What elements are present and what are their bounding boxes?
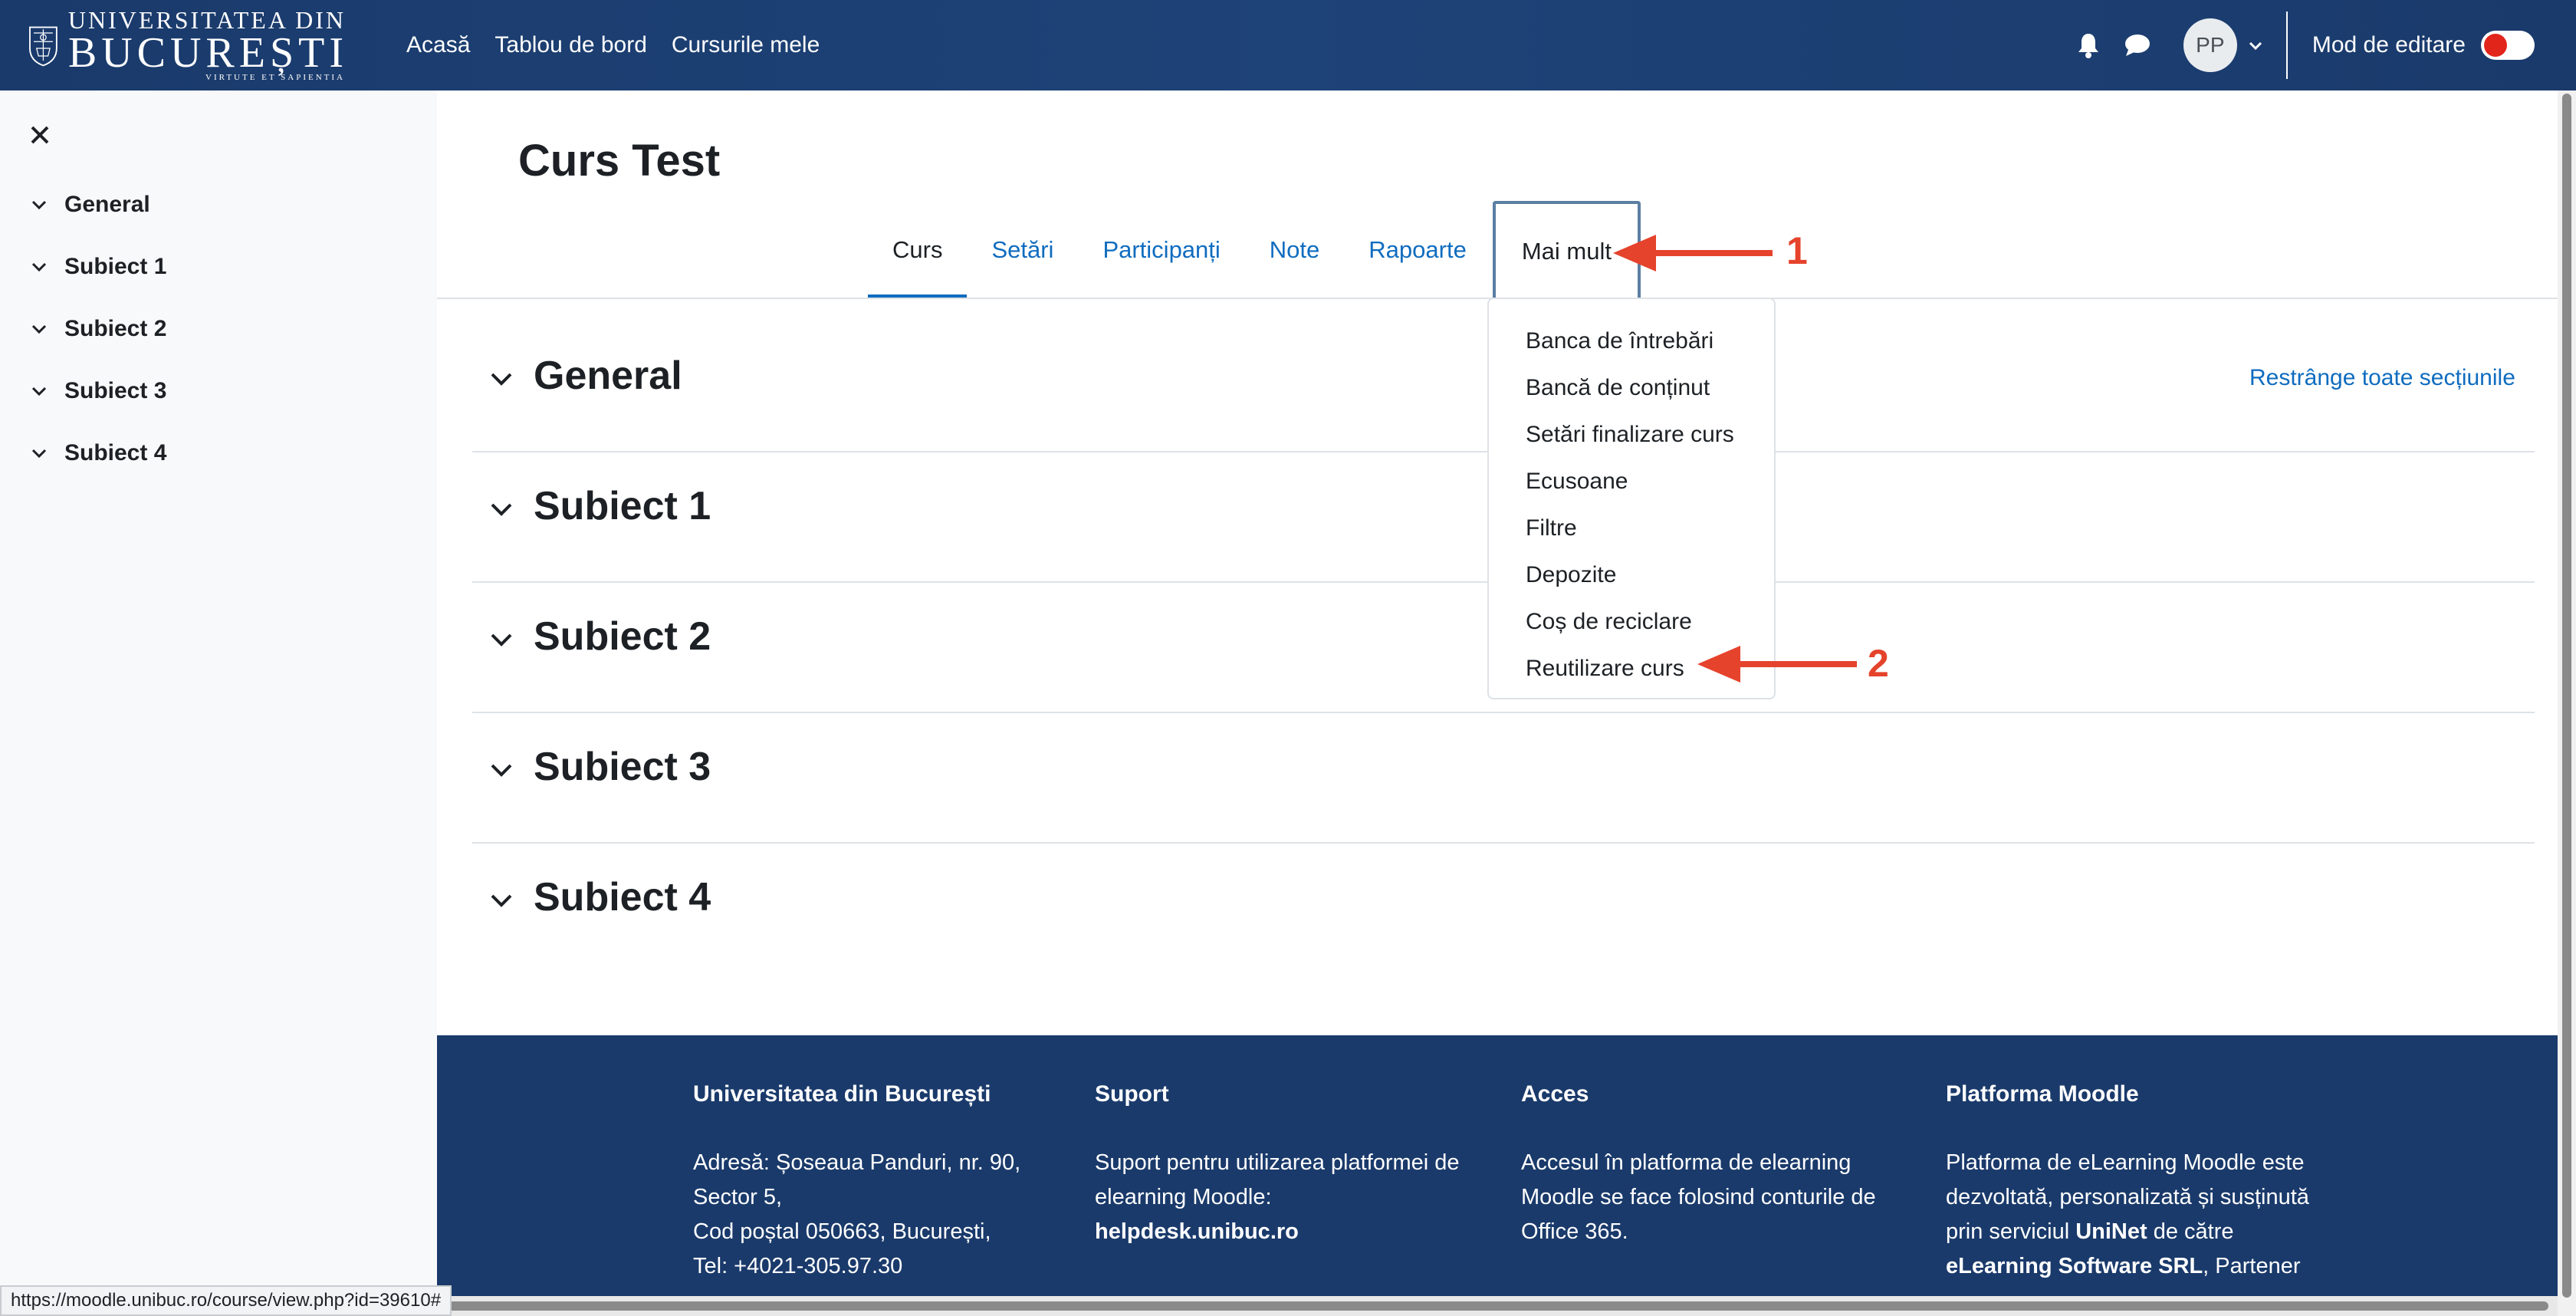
university-logo[interactable]: UNIVERSITATEA DIN BUCUREȘTI VIRTUTE ET S… [26, 7, 348, 82]
footer-text-bold: UniNet [2075, 1219, 2147, 1244]
collapse-all-link[interactable]: Restrânge toate secțiunile [2249, 365, 2515, 391]
course-section-subiect-4: Subiect 4 [472, 844, 2535, 974]
footer-col-support: Suport Suport pentru utilizarea platform… [1095, 1081, 1486, 1249]
footer-text: Accesul în platforma de elearning [1521, 1150, 1852, 1175]
horizontal-scrollbar[interactable] [437, 1296, 2558, 1316]
footer-text: dezvoltată, personalizată și susținută [1946, 1185, 2309, 1209]
chat-bubble-icon [2124, 35, 2150, 56]
section-title[interactable]: Subiect 4 [534, 874, 711, 920]
footer-text: elearning Moodle: [1095, 1185, 1272, 1209]
annotation-label-2: 2 [1868, 642, 1889, 685]
footer-heading: Suport [1095, 1081, 1169, 1107]
footer-text: Moodle se face folosind conturile de [1521, 1185, 1876, 1209]
notifications-button[interactable] [2070, 27, 2107, 64]
footer-text: de către [2147, 1219, 2234, 1244]
sidebar-item-label[interactable]: Subiect 1 [64, 254, 166, 280]
user-avatar[interactable]: PP [2183, 18, 2237, 72]
sidebar-item-subiect-2[interactable]: Subiect 2 [29, 298, 166, 360]
nav-link-dashboard[interactable]: Tablou de bord [495, 32, 647, 58]
sidebar-item-label[interactable]: Subiect 2 [64, 316, 166, 342]
edit-mode-toggle[interactable] [2481, 31, 2535, 60]
course-secondary-nav: Curs Setări Participanți Note Rapoarte M… [868, 201, 1641, 299]
footer-text-bold: eLearning Software SRL [1946, 1254, 2203, 1278]
footer-heading: Platforma Moodle [1946, 1081, 2139, 1107]
section-title[interactable]: Subiect 3 [534, 744, 711, 790]
edit-mode-label: Mod de editare [2312, 32, 2466, 58]
status-bar-url: https://moodle.unibuc.ro/course/view.php… [0, 1285, 452, 1316]
more-dropdown-menu: Banca de întrebări Bancă de conținut Set… [1487, 298, 1776, 699]
footer-col-moodle: Platforma Moodle Platforma de eLearning … [1946, 1081, 2337, 1284]
toggle-knob [2484, 34, 2507, 57]
tab-setari[interactable]: Setări [967, 201, 1078, 299]
chevron-down-icon[interactable] [29, 257, 49, 277]
page-footer: Universitatea din București Adresă: Șose… [437, 1035, 2558, 1316]
footer-text: Sector 5, [693, 1185, 783, 1209]
menu-item-filters[interactable]: Filtre [1489, 505, 1774, 551]
sidebar-item-label[interactable]: General [64, 192, 150, 218]
vertical-scrollbar[interactable] [2558, 90, 2576, 1316]
horizontal-scrollbar-thumb[interactable] [440, 1301, 2548, 1311]
chevron-down-icon[interactable] [488, 365, 515, 393]
footer-text: prin serviciul [1946, 1219, 2076, 1244]
chevron-down-icon[interactable] [2246, 36, 2265, 54]
annotation-label-1: 1 [1786, 229, 1808, 272]
footer-heading: Universitatea din București [693, 1081, 991, 1107]
chevron-down-icon[interactable] [29, 381, 49, 401]
navbar-divider [2285, 12, 2288, 79]
menu-item-repositories[interactable]: Depozite [1489, 551, 1774, 598]
course-index-list: General Subiect 1 Subiect 2 Subiect 3 Su… [29, 192, 166, 516]
tab-curs[interactable]: Curs [868, 201, 968, 299]
footer-col-access: Acces Accesul în platforma de elearning … [1521, 1081, 1912, 1249]
footer-text: , Partener [2203, 1254, 2301, 1278]
sidebar-item-subiect-3[interactable]: Subiect 3 [29, 360, 166, 422]
footer-text: Platforma de eLearning Moodle este [1946, 1150, 2305, 1175]
chevron-down-icon[interactable] [29, 443, 49, 463]
section-title[interactable]: General [534, 353, 682, 399]
nav-link-my-courses[interactable]: Cursurile mele [672, 32, 820, 58]
menu-item-question-bank[interactable]: Banca de întrebări [1489, 317, 1774, 364]
nav-link-home[interactable]: Acasă [406, 32, 470, 58]
sidebar-item-label[interactable]: Subiect 4 [64, 440, 166, 466]
annotation-arrow-1 [1613, 235, 1773, 271]
menu-item-completion-settings[interactable]: Setări finalizare curs [1489, 411, 1774, 458]
footer-heading: Acces [1521, 1081, 1589, 1107]
sidebar-item-subiect-4[interactable]: Subiect 4 [29, 422, 166, 484]
close-icon [31, 126, 49, 144]
page-title: Curs Test [518, 136, 721, 186]
chevron-down-icon[interactable] [29, 319, 49, 339]
bell-icon [2078, 34, 2098, 58]
footer-text: Tel: +4021-305.97.30 [693, 1254, 903, 1278]
chevron-down-icon[interactable] [488, 495, 515, 523]
messages-button[interactable] [2119, 27, 2156, 64]
sidebar-item-label[interactable]: Subiect 3 [64, 378, 166, 404]
annotation-arrow-2 [1697, 646, 1857, 683]
sidebar-item-subiect-1[interactable]: Subiect 1 [29, 235, 166, 298]
footer-text: Office 365. [1521, 1219, 1628, 1244]
footer-text: Suport pentru utilizarea platformei de [1095, 1150, 1460, 1175]
footer-text: Cod poștal 050663, București, [693, 1219, 991, 1244]
section-title[interactable]: Subiect 1 [534, 483, 711, 529]
tab-participanti[interactable]: Participanți [1078, 201, 1244, 299]
sidebar-item-general[interactable]: General [29, 173, 166, 235]
helpdesk-link[interactable]: helpdesk.unibuc.ro [1095, 1219, 1299, 1244]
brand-line2: BUCUREȘTI [67, 29, 348, 77]
top-navbar: UNIVERSITATEA DIN BUCUREȘTI VIRTUTE ET S… [0, 0, 2576, 90]
chevron-down-icon[interactable] [488, 756, 515, 784]
course-section-subiect-3: Subiect 3 [472, 713, 2535, 844]
vertical-scrollbar-thumb[interactable] [2562, 94, 2571, 1298]
tab-note[interactable]: Note [1245, 201, 1344, 299]
footer-text: Adresă: Șoseaua Panduri, nr. 90, [693, 1150, 1021, 1175]
crest-icon [29, 26, 58, 67]
close-drawer-button[interactable] [26, 121, 54, 149]
menu-item-content-bank[interactable]: Bancă de conținut [1489, 364, 1774, 411]
footer-col-university: Universitatea din București Adresă: Șose… [693, 1081, 1084, 1284]
chevron-down-icon[interactable] [488, 626, 515, 653]
tab-rapoarte[interactable]: Rapoarte [1344, 201, 1491, 299]
menu-item-recycle-bin[interactable]: Coș de reciclare [1489, 598, 1774, 645]
menu-item-badges[interactable]: Ecusoane [1489, 458, 1774, 505]
chevron-down-icon[interactable] [29, 195, 49, 215]
course-index-drawer: General Subiect 1 Subiect 2 Subiect 3 Su… [0, 90, 437, 1316]
chevron-down-icon[interactable] [488, 887, 515, 914]
section-title[interactable]: Subiect 2 [534, 614, 711, 660]
